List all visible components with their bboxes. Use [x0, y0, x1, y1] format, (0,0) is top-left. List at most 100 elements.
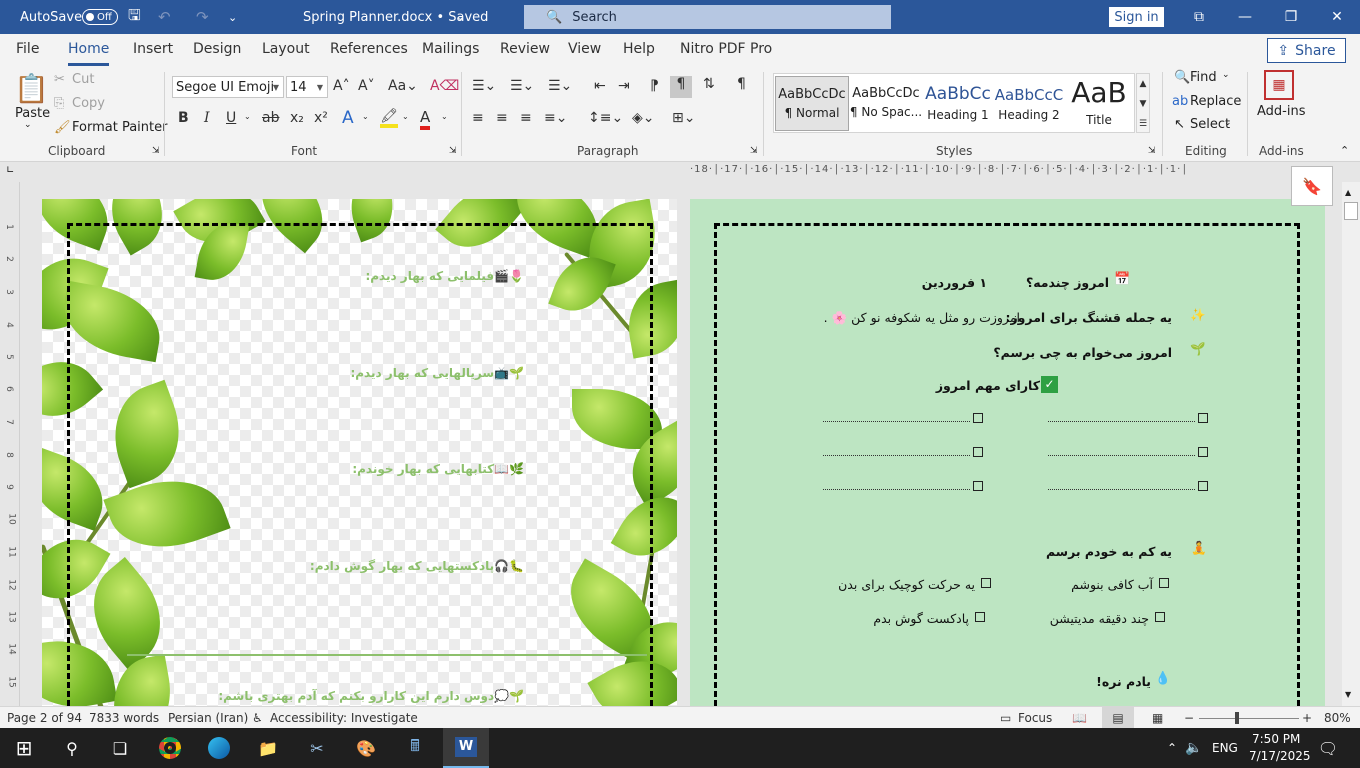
date-question[interactable]: امروز چندمه؟	[1026, 275, 1109, 290]
tab-file[interactable]: File	[16, 41, 39, 57]
align-center-icon[interactable]: ≡	[496, 110, 508, 126]
share-button[interactable]: ⇪ Share	[1267, 38, 1346, 63]
shrink-font-icon[interactable]: A˅	[358, 78, 375, 94]
zoom-slider[interactable]	[1199, 718, 1299, 719]
autosave-toggle[interactable]: Off	[76, 0, 118, 34]
ribbon-display-icon[interactable]: ⧉	[1176, 0, 1222, 34]
style-normal[interactable]: AaBbCcDc ¶ Normal	[775, 76, 849, 131]
superscript-button[interactable]: x²	[314, 110, 328, 126]
change-case-icon[interactable]: Aa⌄	[388, 78, 418, 94]
copy-button[interactable]: Copy	[72, 96, 105, 111]
format-painter-button[interactable]: Format Painter	[72, 120, 167, 135]
chevron-down-icon[interactable]: ⌄	[244, 112, 251, 121]
task-line[interactable]	[823, 489, 970, 490]
redo-icon[interactable]: ↷	[196, 0, 209, 34]
style-heading-2[interactable]: AaBbCcC Heading 2	[992, 76, 1066, 131]
clock-time[interactable]: 7:50 PM	[1252, 732, 1300, 746]
align-left-icon[interactable]: ≡	[472, 110, 484, 126]
line-spacing-icon[interactable]: ↕≡⌄	[588, 110, 623, 126]
start-icon[interactable]: ⊞	[8, 734, 40, 762]
cut-icon[interactable]: ✂	[54, 72, 65, 87]
task-checkbox[interactable]	[973, 481, 983, 491]
tab-review[interactable]: Review	[500, 41, 550, 57]
volume-icon[interactable]: 🔈	[1178, 734, 1210, 762]
paste-dropdown-icon[interactable]: ⌄	[24, 120, 32, 130]
horizontal-ruler[interactable]: ·18·│·17·│·16·│·15·│·14·│·13·│·12·│·11·│…	[690, 164, 1290, 178]
task-checkbox[interactable]	[973, 447, 983, 457]
ltr-direction-icon[interactable]: ⁋	[650, 78, 659, 94]
chevron-down-icon[interactable]: ⌄	[1224, 118, 1232, 128]
zoom-out-icon[interactable]: −	[1184, 711, 1194, 725]
task-line[interactable]	[1048, 455, 1195, 456]
highlight-icon[interactable]: 🖍	[380, 108, 398, 128]
text-effects-icon[interactable]: A	[342, 108, 354, 128]
series-line[interactable]: 🌱📺سریالهایی که بهار دیدم:	[350, 366, 524, 380]
bold-button[interactable]: B	[178, 110, 189, 126]
task-line[interactable]	[823, 455, 970, 456]
scroll-thumb[interactable]	[1344, 202, 1358, 220]
word-count[interactable]: 7833 words	[89, 711, 159, 725]
subscript-button[interactable]: x₂	[290, 110, 304, 126]
tab-selector-icon[interactable]: ∟	[6, 165, 14, 176]
page-count[interactable]: Page 2 of 94	[7, 711, 82, 725]
nice-sentence-value[interactable]: امروزت رو مثل یه شکوفه نو کن 🌸 .	[824, 310, 1020, 326]
better-person-line[interactable]: 🌱💭دوس دارم این کارارو بکنم که آدم بهتری …	[218, 689, 524, 703]
language-indicator[interactable]: Persian (Iran)	[168, 711, 248, 725]
task-checkbox[interactable]	[1198, 447, 1208, 457]
chevron-down-icon[interactable]: ⌄	[441, 112, 448, 121]
page-2[interactable]: 📅 امروز چندمه؟ ۱ فروردین ✨ یه جمله قشنگ …	[690, 199, 1325, 706]
scroll-up-icon[interactable]: ▲	[1345, 188, 1351, 197]
task-line[interactable]	[1048, 489, 1195, 490]
read-mode-icon[interactable]: 📖	[1072, 711, 1087, 725]
print-layout-icon[interactable]: ▤	[1102, 707, 1134, 729]
chevron-down-icon[interactable]: ⌄	[362, 112, 369, 121]
font-size-select[interactable]: 14 ▼	[286, 76, 328, 98]
clock-date[interactable]: 7/17/2025	[1249, 749, 1311, 763]
tab-help[interactable]: Help	[623, 41, 655, 57]
task-line[interactable]	[823, 421, 970, 422]
reach-question[interactable]: امروز می‌خوام به چی برسم؟	[993, 345, 1172, 360]
movies-line[interactable]: 🌷🎬فیلمایی که بهار دیدم:	[365, 269, 524, 283]
nice-sentence-label[interactable]: یه جمله قشنگ برای امروز:	[1005, 310, 1172, 325]
borders-icon[interactable]: ⊞⌄	[672, 110, 695, 126]
restore-icon[interactable]: ❐	[1268, 0, 1314, 34]
chevron-down-icon[interactable]: ⌄	[1222, 70, 1230, 80]
selfcare-title[interactable]: یه کم به خودم برسم	[1046, 544, 1172, 559]
paint-icon[interactable]: 🎨	[350, 734, 382, 762]
tab-insert[interactable]: Insert	[133, 41, 173, 57]
justify-icon[interactable]: ≡⌄	[544, 110, 567, 126]
underline-button[interactable]: U	[226, 110, 236, 126]
search-box[interactable]: 🔍 Search	[524, 5, 891, 29]
input-language[interactable]: ENG	[1212, 741, 1238, 755]
tab-mailings[interactable]: Mailings	[422, 41, 479, 57]
tab-layout[interactable]: Layout	[262, 41, 310, 57]
selfcare-checkbox[interactable]	[1155, 612, 1165, 622]
task-checkbox[interactable]	[973, 413, 983, 423]
tab-nitro-pdf[interactable]: Nitro PDF Pro	[680, 41, 772, 57]
minimize-icon[interactable]: —	[1222, 0, 1268, 34]
selfcare-item[interactable]: چند دقیقه مدیتیشن	[1050, 611, 1149, 626]
books-line[interactable]: 🌿📖کتابهایی که بهار خوندم:	[352, 462, 524, 476]
add-ins-icon[interactable]: ▦	[1264, 70, 1294, 100]
clear-formatting-icon[interactable]: A⌫	[430, 78, 459, 94]
grow-font-icon[interactable]: A˄	[333, 78, 350, 94]
paragraph-launcher-icon[interactable]: ⇲	[750, 146, 758, 156]
selfcare-checkbox[interactable]	[975, 612, 985, 622]
tab-design[interactable]: Design	[193, 41, 241, 57]
find-button[interactable]: Find	[1190, 70, 1217, 85]
snipping-tool-icon[interactable]: ✂	[301, 734, 333, 762]
search-icon[interactable]: ⚲	[56, 734, 88, 762]
style-no-spacing[interactable]: AaBbCcDc ¶ No Spac...	[849, 76, 923, 131]
notifications-icon[interactable]: 🗨	[1312, 734, 1344, 762]
find-icon[interactable]: 🔍	[1174, 70, 1190, 85]
task-view-icon[interactable]: ❏	[104, 734, 136, 762]
font-color-icon[interactable]: A	[420, 108, 431, 130]
vertical-ruler[interactable]: 1 2 3 4 5 6 7 8 9 10 11 12 13 14 15	[0, 182, 20, 706]
podcasts-line[interactable]: 🐛🎧پادکستهایی که بهار گوش دادم:	[310, 559, 524, 573]
rtl-direction-icon[interactable]: ¶	[670, 76, 692, 98]
task-checkbox[interactable]	[1198, 413, 1208, 423]
paste-button[interactable]: Paste	[15, 106, 50, 121]
align-right-icon[interactable]: ≡	[520, 110, 532, 126]
scroll-down-icon[interactable]: ▼	[1345, 690, 1351, 699]
tab-view[interactable]: View	[568, 41, 601, 57]
